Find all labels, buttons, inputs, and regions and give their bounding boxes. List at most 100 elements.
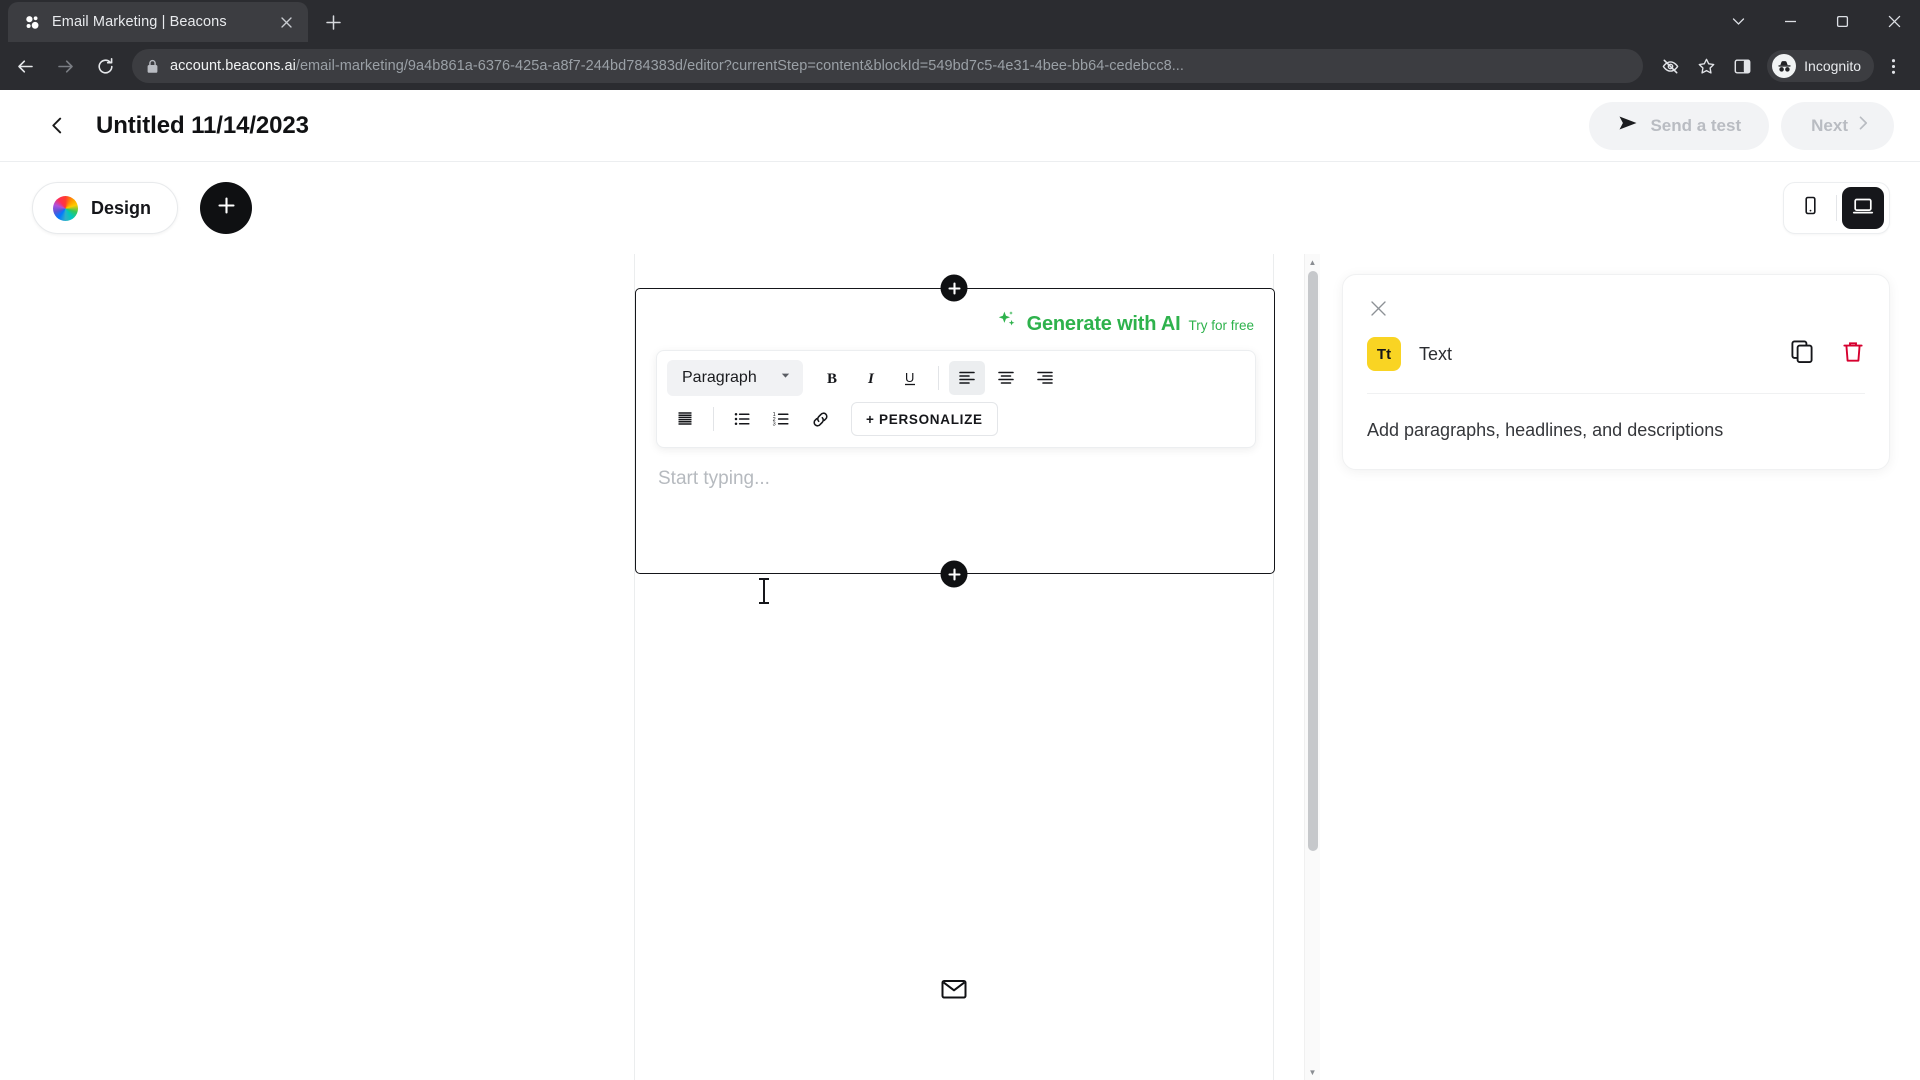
add-block-below-handle[interactable] [940, 560, 968, 588]
app-root: Untitled 11/14/2023 Send a test Next Des… [0, 90, 1920, 1080]
device-preview-toggle [1783, 182, 1890, 234]
design-button[interactable]: Design [32, 182, 179, 234]
editor-workspace: Generate with AI Try for free Paragraph [0, 254, 1920, 1080]
mail-icon [939, 974, 969, 1009]
personalize-label: + PERSONALIZE [866, 411, 983, 427]
next-label: Next [1811, 115, 1848, 135]
svg-text:U: U [905, 370, 914, 385]
tab-strip: Email Marketing | Beacons [0, 0, 1920, 42]
tab-title: Email Marketing | Beacons [52, 14, 227, 30]
scroll-down-arrow[interactable]: ▼ [1305, 1064, 1320, 1080]
eye-slash-icon[interactable] [1653, 49, 1687, 83]
personalize-button[interactable]: + PERSONALIZE [851, 402, 998, 436]
block-description: Add paragraphs, headlines, and descripti… [1367, 420, 1724, 440]
format-divider [937, 366, 939, 390]
canvas-column: Generate with AI Try for free Paragraph [0, 254, 1320, 1080]
window-maximize-button[interactable] [1816, 0, 1868, 42]
paragraph-style-select[interactable]: Paragraph [667, 360, 803, 396]
url-text: account.beacons.ai/email-marketing/9a4b8… [170, 58, 1184, 74]
link-button[interactable] [802, 402, 838, 436]
desktop-icon [1852, 195, 1874, 222]
svg-text:I: I [867, 371, 875, 387]
incognito-label: Incognito [1804, 58, 1861, 74]
new-tab-button[interactable] [316, 5, 350, 39]
page-title: Untitled 11/14/2023 [96, 111, 309, 139]
text-type-badge: Tt [1367, 337, 1401, 371]
format-row-primary: Paragraph B I U [667, 360, 1245, 396]
chevron-down-icon [779, 369, 792, 387]
color-wheel-icon [53, 195, 78, 221]
app-header: Untitled 11/14/2023 Send a test Next [0, 90, 1920, 162]
sparkle-icon [996, 309, 1017, 335]
align-left-button[interactable] [948, 361, 985, 395]
close-icon[interactable] [1363, 293, 1393, 323]
next-button[interactable]: Next [1781, 101, 1894, 150]
browser-tab[interactable]: Email Marketing | Beacons [8, 2, 308, 42]
send-plane-icon [1617, 112, 1639, 139]
send-a-test-label: Send a test [1650, 115, 1742, 135]
back-chevron-icon[interactable] [40, 109, 74, 143]
block-settings-panel: Tt Text Add paragraphs, headlines, and d… [1320, 254, 1920, 1080]
paragraph-style-value: Paragraph [682, 369, 757, 386]
panel-header-actions [1790, 339, 1865, 369]
block-type-label: Text [1419, 343, 1453, 364]
window-close-button[interactable] [1868, 0, 1920, 42]
design-label: Design [91, 197, 152, 218]
canvas-scrollbar[interactable]: ▲ ▼ [1304, 254, 1320, 1080]
text-placeholder: Start typing... [658, 468, 770, 489]
text-cursor-icon [759, 578, 769, 604]
mobile-icon [1800, 195, 1821, 221]
device-desktop-button[interactable] [1842, 187, 1884, 229]
svg-text:B: B [827, 371, 837, 387]
trash-icon[interactable] [1841, 340, 1865, 369]
add-block-button[interactable] [200, 182, 253, 234]
send-a-test-button[interactable]: Send a test [1589, 101, 1770, 150]
text-input-area[interactable]: Start typing... [636, 448, 1274, 490]
header-actions: Send a test Next [1589, 101, 1894, 150]
scrollbar-thumb[interactable] [1308, 271, 1318, 851]
numbered-list-button[interactable]: 123 [763, 402, 799, 436]
generate-with-ai-label: Generate with AI [1026, 313, 1181, 335]
url-path: /email-marketing/9a4b861a-6376-425a-a8f7… [295, 58, 1184, 74]
incognito-badge[interactable]: Incognito [1767, 50, 1874, 82]
try-for-free-badge: Try for free [1188, 318, 1254, 333]
chevron-right-icon [1854, 114, 1872, 137]
reload-button[interactable] [86, 47, 124, 85]
add-block-above-handle[interactable] [940, 274, 968, 302]
align-right-button[interactable] [1027, 361, 1063, 395]
underline-button[interactable]: U [892, 361, 928, 395]
browser-toolbar: account.beacons.ai/email-marketing/9a4b8… [0, 42, 1920, 90]
browser-menu-icon[interactable] [1876, 49, 1910, 83]
url-host: account.beacons.ai [170, 58, 296, 74]
format-divider-2 [713, 407, 714, 431]
svg-text:3: 3 [773, 422, 776, 428]
tab-search-button[interactable] [1712, 0, 1764, 42]
editor-subheader: Design [0, 162, 1920, 254]
back-button[interactable] [6, 47, 44, 85]
email-canvas: Generate with AI Try for free Paragraph [634, 254, 1275, 1080]
plus-icon [216, 195, 237, 221]
bold-button[interactable]: B [814, 361, 850, 395]
align-center-button[interactable] [988, 361, 1024, 395]
email-logo-block [635, 974, 1273, 1009]
text-block-selected[interactable]: Generate with AI Try for free Paragraph [635, 288, 1275, 574]
window-minimize-button[interactable] [1764, 0, 1816, 42]
italic-button[interactable]: I [853, 361, 889, 395]
device-toggle-divider [1836, 195, 1837, 221]
format-row-secondary: 123 + PERSONALIZE [667, 402, 1245, 436]
incognito-icon [1772, 54, 1797, 78]
scroll-up-arrow[interactable]: ▲ [1305, 254, 1320, 270]
bullet-list-button[interactable] [724, 402, 760, 436]
star-icon[interactable] [1689, 49, 1723, 83]
lock-icon [146, 59, 159, 74]
text-format-toolbar: Paragraph B I U 1 2 3 + PERSONALIZE [656, 350, 1256, 448]
tab-close-icon[interactable] [274, 10, 298, 34]
copy-icon[interactable] [1790, 339, 1815, 369]
beacons-favicon-icon [24, 14, 41, 31]
forward-button[interactable] [46, 47, 84, 85]
align-justify-button[interactable] [667, 402, 703, 436]
browser-chrome: Email Marketing | Beacons account.beacon… [0, 0, 1920, 90]
side-panel-icon[interactable] [1725, 49, 1759, 83]
device-mobile-button[interactable] [1789, 187, 1831, 229]
address-bar[interactable]: account.beacons.ai/email-marketing/9a4b8… [132, 49, 1644, 83]
